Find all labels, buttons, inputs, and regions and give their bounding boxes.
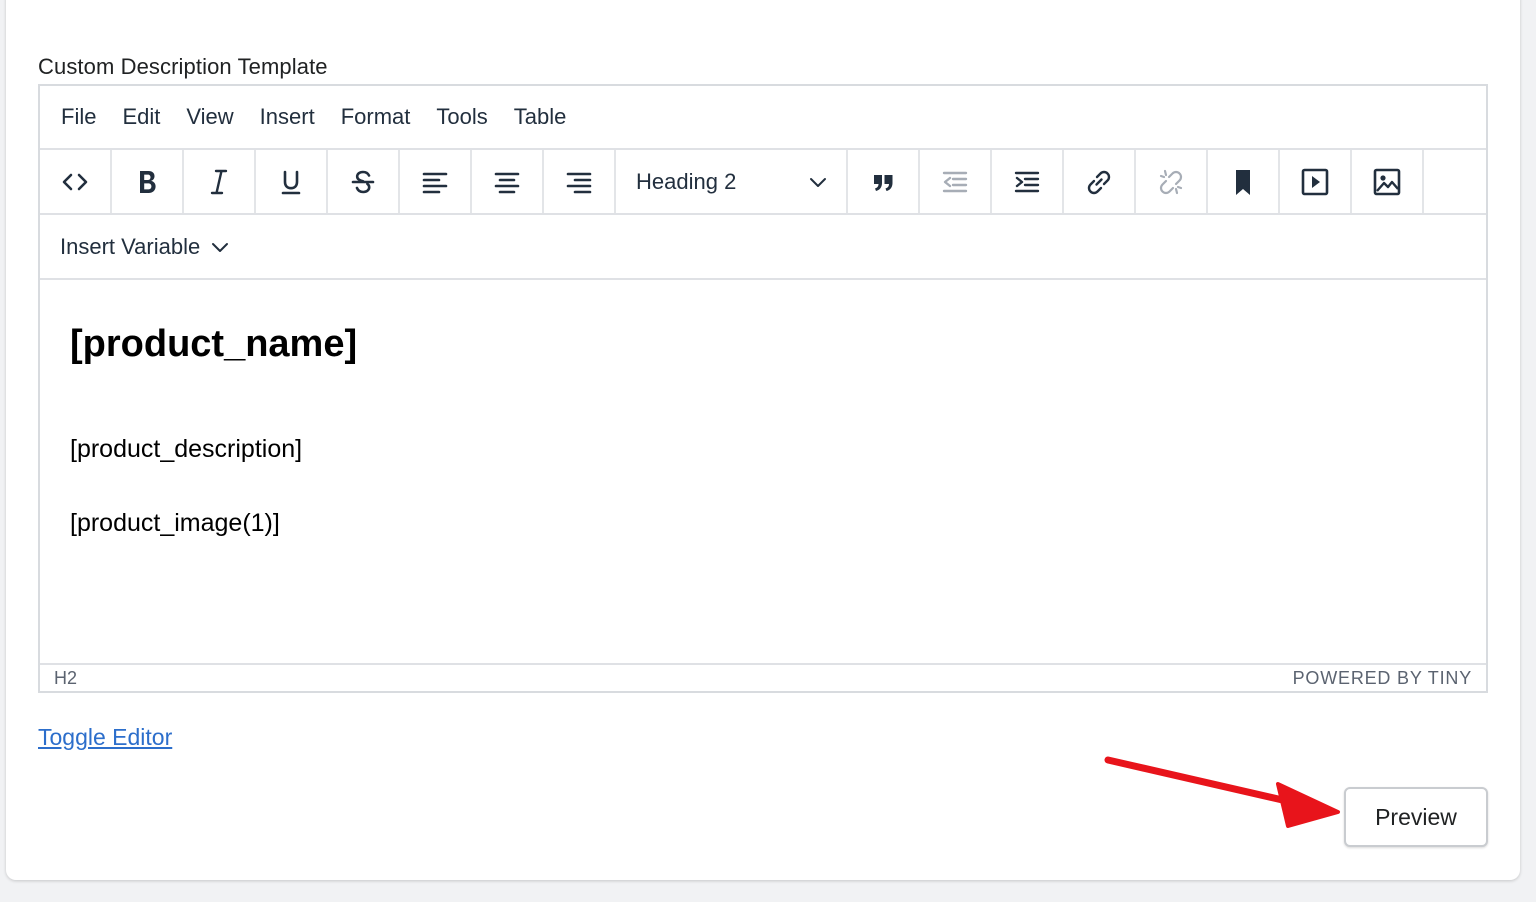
insert-variable-label: Insert Variable (60, 233, 201, 259)
align-center-button[interactable] (472, 150, 544, 213)
element-path[interactable]: H2 (54, 668, 77, 689)
menu-edit[interactable]: Edit (109, 97, 173, 137)
editor-toolbar-secondary: Insert Variable (40, 215, 1486, 280)
content-paragraph[interactable]: [product_image(1)] (70, 508, 1456, 538)
code-icon (62, 173, 88, 190)
align-left-button[interactable] (400, 150, 472, 213)
bold-button[interactable] (112, 150, 184, 213)
menu-file[interactable]: File (48, 97, 109, 137)
rich-text-editor: File Edit View Insert Format Tools Table (38, 84, 1488, 693)
menu-table[interactable]: Table (501, 97, 580, 137)
block-format-select[interactable]: Heading 2 (616, 150, 848, 213)
media-icon (1301, 168, 1329, 195)
block-format-value: Heading 2 (636, 168, 737, 194)
underline-button[interactable] (256, 150, 328, 213)
insert-media-button[interactable] (1280, 150, 1352, 213)
preview-button[interactable]: Preview (1344, 787, 1488, 847)
field-label: Custom Description Template (38, 54, 328, 79)
bold-icon (140, 170, 156, 193)
blockquote-button[interactable] (848, 150, 920, 213)
link-icon (1087, 170, 1111, 194)
menu-format[interactable]: Format (328, 97, 424, 137)
content-paragraph[interactable]: [product_description] (70, 434, 1456, 464)
toggle-editor-link[interactable]: Toggle Editor (38, 724, 172, 751)
indent-icon (1014, 171, 1040, 192)
chevron-down-icon (810, 177, 826, 187)
unlink-icon (1159, 169, 1183, 194)
align-center-icon (494, 172, 520, 193)
align-right-icon (566, 172, 592, 193)
chevron-down-icon (212, 242, 229, 252)
editor-statusbar: H2 POWERED BY TINY (40, 663, 1486, 691)
insert-link-button[interactable] (1064, 150, 1136, 213)
source-code-button[interactable] (40, 150, 112, 213)
unlink-button[interactable] (1136, 150, 1208, 213)
editor-content-area[interactable]: [product_name] [product_description] [pr… (40, 280, 1486, 663)
insert-image-button[interactable] (1352, 150, 1424, 213)
align-right-button[interactable] (544, 150, 616, 213)
outdent-button[interactable] (920, 150, 992, 213)
strikethrough-button[interactable] (328, 150, 400, 213)
insert-variable-dropdown[interactable]: Insert Variable (60, 234, 230, 260)
quote-icon (874, 174, 893, 191)
menu-tools[interactable]: Tools (423, 97, 500, 137)
italic-button[interactable] (184, 150, 256, 213)
menu-insert[interactable]: Insert (247, 97, 328, 137)
editor-toolbar: Heading 2 (40, 150, 1486, 215)
tiny-branding-link[interactable]: POWERED BY TINY (1293, 668, 1472, 689)
bookmark-button[interactable] (1208, 150, 1280, 213)
image-icon (1373, 168, 1401, 195)
align-left-icon (422, 172, 448, 193)
indent-button[interactable] (992, 150, 1064, 213)
outdent-icon (942, 171, 968, 192)
strikethrough-icon (351, 170, 375, 193)
italic-icon (210, 169, 228, 194)
annotation-arrow-icon (1104, 756, 1340, 828)
bookmark-icon (1236, 169, 1250, 195)
menu-view[interactable]: View (173, 97, 246, 137)
underline-icon (281, 170, 301, 194)
content-heading[interactable]: [product_name] (70, 320, 1456, 368)
editor-menubar: File Edit View Insert Format Tools Table (40, 86, 1486, 150)
